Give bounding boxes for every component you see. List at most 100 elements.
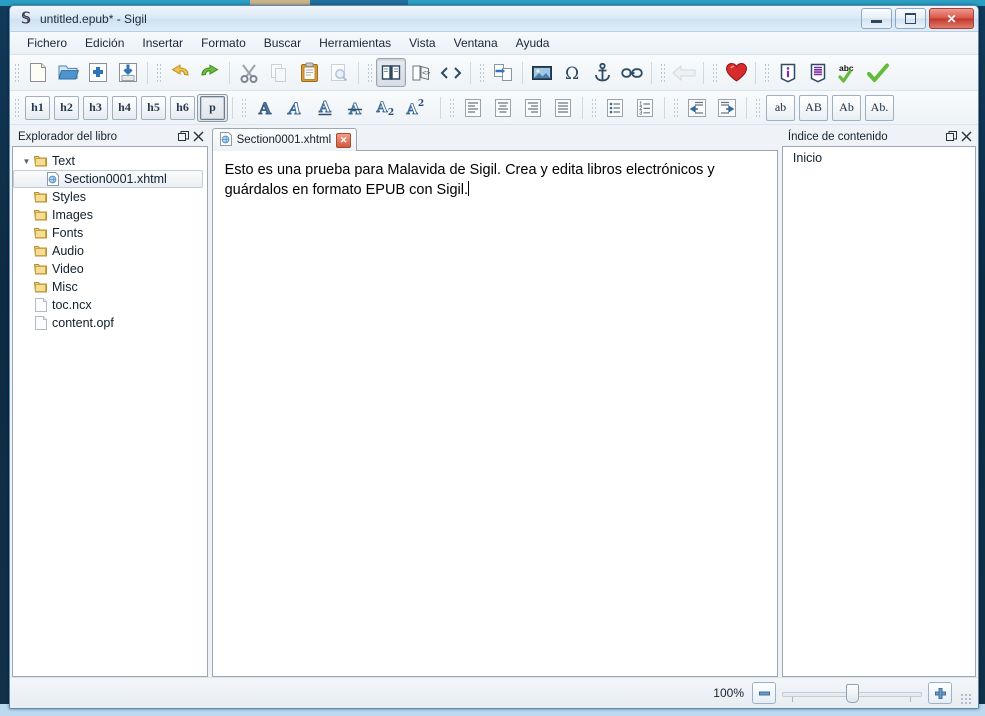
superscript-icon[interactable]: A 2 bbox=[400, 93, 430, 122]
menu-ayuda[interactable]: Ayuda bbox=[507, 34, 559, 52]
window-resize-grip[interactable] bbox=[960, 693, 972, 705]
toolbar-grip[interactable] bbox=[13, 61, 20, 84]
close-icon[interactable] bbox=[959, 129, 974, 144]
italic-icon[interactable]: A bbox=[280, 93, 310, 122]
toolbar-grip[interactable] bbox=[763, 61, 770, 84]
expand-triangle-icon[interactable]: ▼ bbox=[21, 157, 32, 166]
toolbar-grip[interactable] bbox=[672, 96, 679, 119]
toolbar-grip[interactable] bbox=[155, 61, 162, 84]
bullet-list-icon[interactable] bbox=[600, 93, 630, 122]
insert-link-icon[interactable] bbox=[617, 58, 647, 87]
heading-h6-button[interactable]: h6 bbox=[168, 95, 197, 121]
tree-item-images[interactable]: Images bbox=[13, 206, 207, 224]
tree-item-video[interactable]: Video bbox=[13, 260, 207, 278]
menu-vista[interactable]: Vista bbox=[400, 34, 444, 52]
insert-anchor-icon[interactable] bbox=[587, 58, 617, 87]
print-preview-icon[interactable] bbox=[324, 58, 354, 87]
tree-item-text[interactable]: ▼ Text bbox=[13, 152, 207, 170]
cut-scissors-icon[interactable] bbox=[234, 58, 264, 87]
underline-icon[interactable]: A bbox=[310, 93, 340, 122]
new-file-icon[interactable] bbox=[23, 58, 53, 87]
zoom-in-button[interactable] bbox=[928, 682, 952, 704]
case-lowercase-button[interactable]: ab bbox=[766, 94, 795, 121]
menu-buscar[interactable]: Buscar bbox=[255, 34, 310, 52]
spellcheck-icon[interactable]: abc bbox=[833, 58, 863, 87]
zoom-out-button[interactable] bbox=[752, 682, 776, 704]
toolbar-grip[interactable] bbox=[754, 96, 761, 119]
tree-item-toc-ncx[interactable]: toc.ncx bbox=[13, 296, 207, 314]
toolbar-grip[interactable] bbox=[366, 61, 373, 84]
toolbar-grip[interactable] bbox=[13, 96, 20, 119]
heading-h4-button[interactable]: h4 bbox=[110, 95, 139, 121]
undo-icon[interactable] bbox=[165, 58, 195, 87]
case-sentencecase-button[interactable]: Ab. bbox=[865, 94, 894, 121]
menu-fichero[interactable]: Fichero bbox=[18, 34, 76, 52]
align-right-icon[interactable] bbox=[518, 93, 548, 122]
save-icon[interactable] bbox=[113, 58, 143, 87]
tree-item-fonts[interactable]: Fonts bbox=[13, 224, 207, 242]
heading-h2-button[interactable]: h2 bbox=[52, 95, 81, 121]
toolbar-grip[interactable] bbox=[448, 96, 455, 119]
tree-item-content-opf[interactable]: content.opf bbox=[13, 314, 207, 332]
decrease-indent-icon[interactable] bbox=[682, 93, 712, 122]
back-arrow-icon[interactable] bbox=[669, 58, 699, 87]
copy-icon[interactable] bbox=[264, 58, 294, 87]
tree-item-audio[interactable]: Audio bbox=[13, 242, 207, 260]
paste-clipboard-icon[interactable] bbox=[294, 58, 324, 87]
heading-h3-button[interactable]: h3 bbox=[81, 95, 110, 121]
zoom-slider-thumb[interactable] bbox=[846, 684, 859, 703]
menu-formato[interactable]: Formato bbox=[192, 34, 255, 52]
undock-icon[interactable] bbox=[944, 129, 959, 144]
book-view-icon[interactable] bbox=[376, 58, 406, 87]
tree-item-styles[interactable]: Styles bbox=[13, 188, 207, 206]
tab-section0001[interactable]: Section0001.xhtml ✕ bbox=[211, 128, 358, 151]
strikethrough-icon[interactable]: A bbox=[340, 93, 370, 122]
toolbar-grip[interactable] bbox=[659, 61, 666, 84]
toolbar-grip[interactable] bbox=[478, 61, 485, 84]
close-button[interactable]: ✕ bbox=[929, 8, 974, 29]
open-folder-icon[interactable] bbox=[53, 58, 83, 87]
heading-h5-button[interactable]: h5 bbox=[139, 95, 168, 121]
toolbar-grip[interactable] bbox=[240, 96, 247, 119]
book-browser-tree[interactable]: ▼ Text Section0001.xhtml Styles Images F… bbox=[12, 146, 208, 677]
maximize-button[interactable] bbox=[895, 8, 926, 29]
split-section-icon[interactable] bbox=[488, 58, 518, 87]
zoom-slider[interactable] bbox=[782, 683, 922, 703]
align-center-icon[interactable] bbox=[488, 93, 518, 122]
metadata-info-icon[interactable] bbox=[773, 58, 803, 87]
tree-item-section0001[interactable]: Section0001.xhtml bbox=[13, 170, 203, 188]
close-icon[interactable] bbox=[191, 129, 206, 144]
menu-insertar[interactable]: Insertar bbox=[133, 34, 192, 52]
menu-ventana[interactable]: Ventana bbox=[445, 34, 507, 52]
tree-item-misc[interactable]: Misc bbox=[13, 278, 207, 296]
case-titlecase-button[interactable]: Ab bbox=[832, 94, 861, 121]
editor-paragraph[interactable]: Esto es una prueba para Malavida de Sigi… bbox=[225, 161, 765, 200]
align-justify-icon[interactable] bbox=[548, 93, 578, 122]
menu-edicion[interactable]: Edición bbox=[76, 34, 133, 52]
toolbar-grip[interactable] bbox=[590, 96, 597, 119]
tab-close-icon[interactable]: ✕ bbox=[336, 132, 352, 148]
numbered-list-icon[interactable]: 1 2 3 bbox=[630, 93, 660, 122]
generate-toc-icon[interactable] bbox=[803, 58, 833, 87]
validate-check-icon[interactable] bbox=[863, 58, 893, 87]
insert-image-icon[interactable] bbox=[527, 58, 557, 87]
menu-herramientas[interactable]: Herramientas bbox=[310, 34, 400, 52]
code-view-icon[interactable] bbox=[436, 58, 466, 87]
increase-indent-icon[interactable] bbox=[712, 93, 742, 122]
align-left-icon[interactable] bbox=[458, 93, 488, 122]
case-uppercase-button[interactable]: AB bbox=[799, 94, 828, 121]
toc-list[interactable]: Inicio bbox=[781, 146, 976, 677]
heading-h1-button[interactable]: h1 bbox=[23, 95, 52, 121]
add-file-icon[interactable] bbox=[83, 58, 113, 87]
heart-donate-icon[interactable] bbox=[721, 58, 751, 87]
split-view-icon[interactable]: <> bbox=[406, 58, 436, 87]
toolbar-grip[interactable] bbox=[711, 61, 718, 84]
heading-p-button[interactable]: p bbox=[197, 93, 228, 122]
redo-icon[interactable] bbox=[195, 58, 225, 87]
bold-icon[interactable]: A bbox=[250, 93, 280, 122]
minimize-button[interactable] bbox=[861, 8, 892, 29]
editor-content-area[interactable]: Esto es una prueba para Malavida de Sigi… bbox=[211, 151, 778, 677]
toc-item-inicio[interactable]: Inicio bbox=[783, 147, 975, 165]
subscript-icon[interactable]: A 2 bbox=[370, 93, 400, 122]
insert-special-character-icon[interactable]: Ω bbox=[557, 58, 587, 87]
